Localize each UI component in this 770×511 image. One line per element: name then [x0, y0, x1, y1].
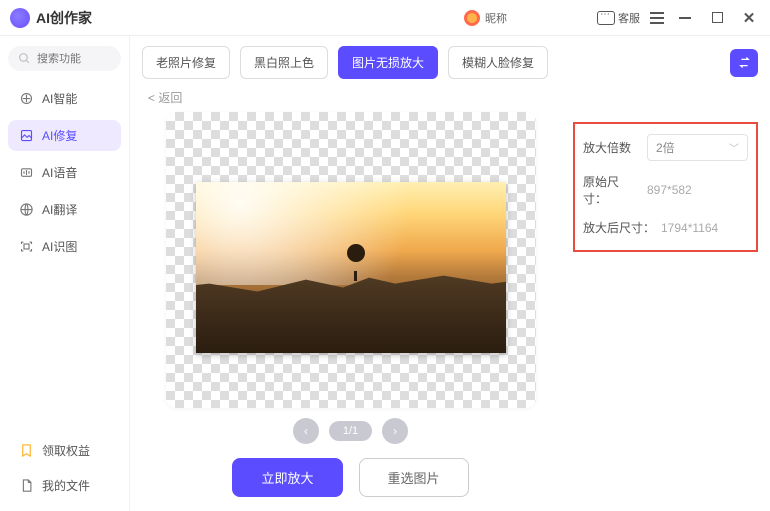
- preview-image: [196, 182, 506, 353]
- app-logo-icon: [10, 8, 30, 28]
- after-size-label: 放大后尺寸：: [583, 219, 655, 236]
- scan-icon: [18, 239, 34, 255]
- chat-icon: [597, 11, 615, 25]
- search-icon: [18, 52, 31, 65]
- original-size-label: 原始尺寸：: [583, 173, 641, 207]
- sidebar-item-ai-smart[interactable]: AI智能: [8, 83, 121, 114]
- scale-select-value: 2倍: [656, 139, 675, 156]
- sidebar-item-ai-translate[interactable]: AI翻译: [8, 194, 121, 225]
- original-size-value: 897*582: [647, 183, 692, 197]
- pager-prev-button[interactable]: ‹: [293, 418, 319, 444]
- tab-old-photo-repair[interactable]: 老照片修复: [142, 46, 230, 79]
- pager-next-button[interactable]: ›: [382, 418, 408, 444]
- sidebar-item-label: AI语音: [42, 164, 77, 181]
- sidebar-item-ai-voice[interactable]: AI语音: [8, 157, 121, 188]
- file-icon: [18, 478, 34, 494]
- nickname-label[interactable]: 昵称: [485, 10, 507, 26]
- upscale-button[interactable]: 立即放大: [232, 458, 342, 497]
- sidebar-item-label: 我的文件: [42, 477, 90, 494]
- settings-highlight-box: 放大倍数 2倍 ﹀ 原始尺寸： 897*582 放大后尺寸：: [573, 122, 758, 252]
- sidebar-item-myfiles[interactable]: 我的文件: [8, 470, 121, 501]
- sidebar-item-label: AI翻译: [42, 201, 77, 218]
- sidebar-item-benefits[interactable]: 领取权益: [8, 435, 121, 466]
- swap-button[interactable]: [730, 49, 758, 77]
- image-icon: [18, 128, 34, 144]
- menu-button[interactable]: [650, 12, 664, 24]
- audio-icon: [18, 165, 34, 181]
- sidebar-item-label: AI识图: [42, 238, 77, 255]
- titlebar: AI创作家 昵称 客服 ✕: [0, 0, 770, 36]
- after-size-value: 1794*1164: [661, 221, 718, 235]
- translate-icon: [18, 202, 34, 218]
- sidebar-item-ai-recognize[interactable]: AI识图: [8, 231, 121, 262]
- scale-label: 放大倍数: [583, 139, 641, 156]
- avatar-icon[interactable]: [464, 10, 480, 26]
- swap-icon: [737, 55, 752, 70]
- pager-indicator: 1/1: [329, 421, 372, 441]
- support-button[interactable]: 客服: [597, 10, 640, 26]
- sidebar-item-label: 领取权益: [42, 442, 90, 459]
- image-canvas: [166, 112, 536, 408]
- sparkle-icon: [18, 91, 34, 107]
- window-close-button[interactable]: ✕: [738, 7, 760, 29]
- tab-blurry-face-repair[interactable]: 模糊人脸修复: [448, 46, 548, 79]
- bookmark-icon: [18, 443, 34, 459]
- search-box[interactable]: [8, 46, 121, 71]
- main-content: 老照片修复 黑白照上色 图片无损放大 模糊人脸修复 < 返回: [130, 36, 770, 511]
- sidebar-item-label: AI修复: [42, 127, 77, 144]
- pager: ‹ 1/1 ›: [293, 418, 408, 444]
- window-minimize-button[interactable]: [674, 7, 696, 29]
- support-label: 客服: [618, 10, 640, 26]
- reselect-button[interactable]: 重选图片: [359, 458, 469, 497]
- sidebar: AI智能 AI修复 AI语音 AI翻译 AI识图: [0, 36, 130, 511]
- app-title: AI创作家: [36, 8, 92, 28]
- scale-select[interactable]: 2倍 ﹀: [647, 134, 748, 161]
- window-maximize-button[interactable]: [706, 7, 728, 29]
- sidebar-item-label: AI智能: [42, 90, 77, 107]
- chevron-down-icon: ﹀: [729, 140, 739, 155]
- settings-panel: 放大倍数 2倍 ﹀ 原始尺寸： 897*582 放大后尺寸：: [573, 89, 758, 497]
- tab-lossless-upscale[interactable]: 图片无损放大: [338, 46, 438, 79]
- tool-tabs: 老照片修复 黑白照上色 图片无损放大 模糊人脸修复: [142, 46, 758, 79]
- search-input[interactable]: [37, 53, 107, 65]
- tab-bw-colorize[interactable]: 黑白照上色: [240, 46, 328, 79]
- sidebar-item-ai-repair[interactable]: AI修复: [8, 120, 121, 151]
- back-button[interactable]: < 返回: [142, 89, 182, 106]
